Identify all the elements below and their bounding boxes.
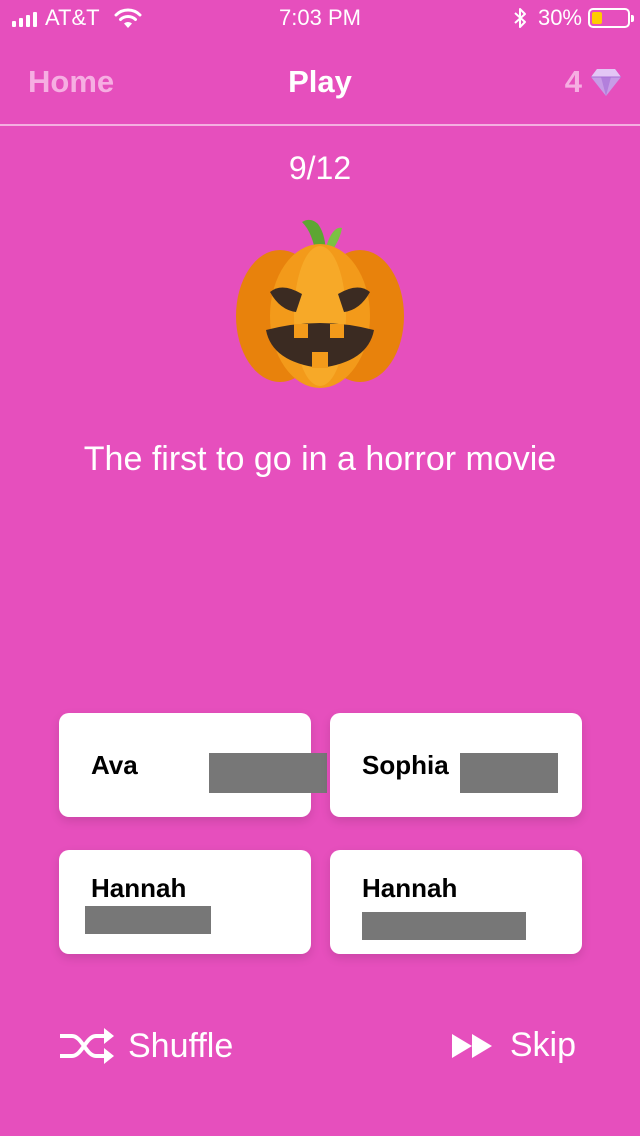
question-progress: 9/12 (288, 150, 352, 186)
redacted-block (460, 753, 558, 793)
gems-count: 4 (564, 64, 582, 99)
answer-option-1[interactable]: Ava (59, 713, 327, 817)
gems-counter[interactable]: 4 (565, 64, 622, 100)
skip-button[interactable]: Skip (450, 1026, 576, 1065)
battery-percentage: 30% (537, 5, 582, 30)
option-name: Ava (91, 750, 138, 780)
shuffle-label: Shuffle (128, 1026, 234, 1065)
option-name: Sophia (362, 750, 449, 780)
option-name: Hannah (91, 873, 187, 903)
answer-option-3[interactable]: Hannah (59, 850, 311, 954)
shuffle-button[interactable]: Shuffle (58, 1026, 233, 1066)
redacted-block (209, 753, 327, 793)
question-text: The first to go in a horror movie (83, 440, 557, 478)
option-name: Hannah (362, 873, 458, 903)
jack-o-lantern-icon (236, 219, 404, 388)
fast-forward-icon (451, 1033, 492, 1058)
navigation-bar: Home Play 4 (0, 36, 640, 126)
gem-icon (591, 69, 621, 96)
shuffle-icon (60, 1028, 114, 1064)
page-title: Play (288, 64, 352, 99)
skip-label: Skip (509, 1026, 576, 1064)
bluetooth-icon (514, 8, 526, 28)
status-bar: AT&T 7:03 PM 30% (0, 0, 640, 36)
answer-option-4[interactable]: Hannah (330, 850, 582, 954)
redacted-block (362, 912, 526, 940)
redacted-block (85, 906, 211, 934)
battery-icon (588, 8, 634, 28)
answer-option-2[interactable]: Sophia (330, 713, 582, 817)
